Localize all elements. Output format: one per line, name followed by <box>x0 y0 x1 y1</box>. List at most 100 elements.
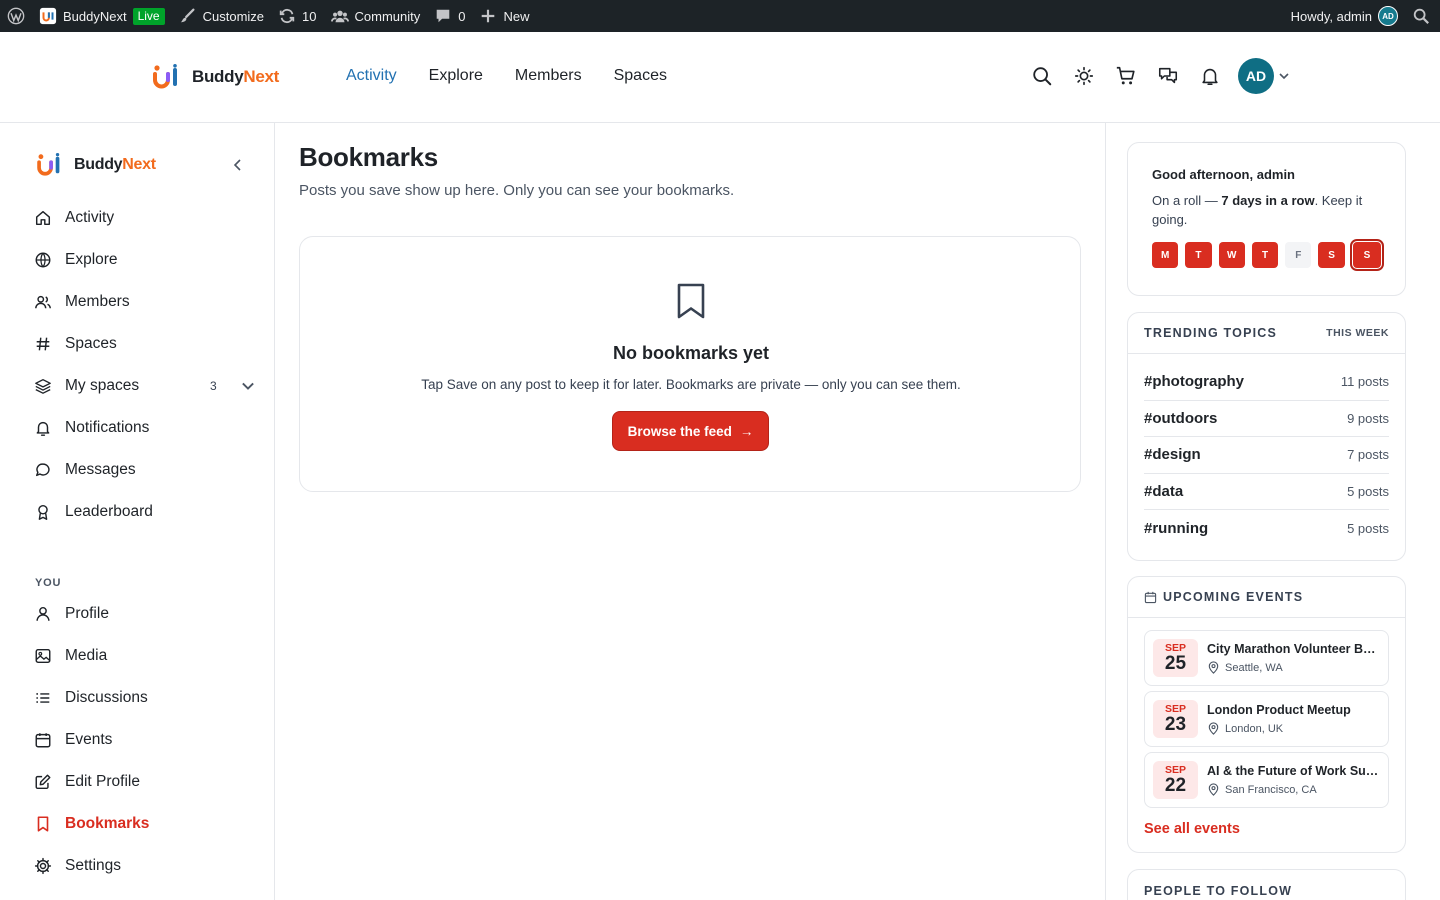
sidebar-item-explore[interactable]: Explore <box>34 239 256 281</box>
streak-day-today: S <box>1349 239 1385 271</box>
avatar: AD <box>1238 58 1274 94</box>
event-info: AI & the Future of Work Summit San Franc… <box>1207 764 1380 796</box>
theme-toggle-sun-icon[interactable] <box>1072 64 1096 88</box>
calendar-icon <box>1144 591 1157 603</box>
sidebar-item-label: Notifications <box>65 419 150 436</box>
comment-icon <box>436 9 450 23</box>
edit-icon <box>35 774 51 790</box>
sidebar-item-label: Members <box>65 293 130 310</box>
event-location-label: London, UK <box>1225 722 1284 735</box>
see-all-events-link[interactable]: See all events <box>1128 813 1405 837</box>
greeting-title: Good afternoon, admin <box>1152 167 1295 182</box>
sidebar-main-nav: Activity Explore Members Spaces My space… <box>34 197 256 533</box>
sidebar-item-profile[interactable]: Profile <box>34 593 256 635</box>
brush-icon <box>180 8 195 23</box>
page-title: Bookmarks <box>299 142 438 172</box>
sidebar-item-media[interactable]: Media <box>34 635 256 677</box>
streak-day: T <box>1251 242 1279 268</box>
event-list: SEP25 City Marathon Volunteer Briefing S… <box>1128 618 1405 808</box>
topic-row[interactable]: #design 7 posts <box>1144 437 1389 474</box>
hash-icon <box>36 337 50 351</box>
my-account-menu[interactable]: Howdy, admin AD <box>1284 0 1405 32</box>
messages-icon[interactable] <box>1156 64 1180 88</box>
event-date: SEP 23 <box>1153 700 1198 738</box>
comments-link[interactable]: 0 <box>427 0 472 32</box>
nav-explore[interactable]: Explore <box>429 67 483 85</box>
streak-day: F <box>1285 242 1312 268</box>
right-sidebar: Good afternoon, admin On a roll — 7 days… <box>1105 123 1440 900</box>
search-icon[interactable] <box>1030 64 1054 88</box>
left-sidebar: BuddyNext Activity Explore Members Space… <box>0 123 275 900</box>
streak-day: S <box>1318 242 1345 268</box>
sidebar-item-edit-profile[interactable]: Edit Profile <box>34 761 256 803</box>
sidebar-item-label: Profile <box>65 605 109 622</box>
sidebar-section-label: YOU <box>35 577 62 589</box>
browse-feed-button[interactable]: Browse the feed → <box>612 411 769 451</box>
howdy-label: Howdy, admin <box>1290 8 1372 24</box>
new-content-link[interactable]: New <box>472 0 536 32</box>
sidebar-item-my-spaces[interactable]: My spaces 3 <box>34 365 256 407</box>
sidebar-item-activity[interactable]: Activity <box>34 197 256 239</box>
cart-icon[interactable] <box>1114 64 1138 88</box>
sidebar-item-members[interactable]: Members <box>34 281 256 323</box>
admin-bar-avatar: AD <box>1378 6 1398 26</box>
topic-row[interactable]: #running 5 posts <box>1144 510 1389 547</box>
globe-icon <box>35 252 51 268</box>
nav-spaces[interactable]: Spaces <box>614 67 667 85</box>
people-to-follow-card: PEOPLE TO FOLLOW <box>1127 869 1406 900</box>
topic-tag: #outdoors <box>1144 409 1218 427</box>
topic-row[interactable]: #photography 11 posts <box>1144 364 1389 401</box>
admin-search-icon[interactable] <box>1405 0 1440 32</box>
site-name-menu[interactable]: BuddyNext Live <box>32 0 172 32</box>
streak-text: On a roll — 7 days in a row. Keep it goi… <box>1152 191 1381 229</box>
header-logo[interactable]: BuddyNext <box>152 64 279 90</box>
topic-row[interactable]: #data 5 posts <box>1144 474 1389 510</box>
event-item[interactable]: SEP 23 London Product Meetup London, UK <box>1144 691 1389 747</box>
updates-link[interactable]: 10 <box>271 0 323 32</box>
wordpress-logo-icon[interactable] <box>0 0 32 32</box>
event-location: San Francisco, CA <box>1207 783 1380 796</box>
nav-members[interactable]: Members <box>515 67 582 85</box>
topic-count: 5 posts <box>1347 483 1389 499</box>
collapse-sidebar-chevron-left-icon[interactable] <box>230 157 246 173</box>
user-menu[interactable]: AD <box>1238 58 1290 94</box>
updates-icon <box>279 8 295 24</box>
trending-heading: TRENDING TOPICS <box>1144 326 1278 340</box>
sidebar-item-spaces[interactable]: Spaces <box>34 323 256 365</box>
streak-text-before: On a roll — <box>1152 193 1222 208</box>
streak-day: T <box>1185 242 1212 268</box>
topic-row[interactable]: #outdoors 9 posts <box>1144 401 1389 437</box>
sidebar-item-settings[interactable]: Settings <box>34 845 256 887</box>
sidebar-logo[interactable]: BuddyNext <box>36 153 156 177</box>
event-month: SEP <box>1164 641 1186 654</box>
updates-count: 10 <box>302 8 317 24</box>
brand-part-1: Buddy <box>74 156 123 173</box>
bell-icon <box>36 421 50 436</box>
primary-nav: Activity Explore Members Spaces <box>346 67 667 85</box>
map-pin-icon <box>1208 722 1219 735</box>
nav-activity[interactable]: Activity <box>346 67 397 85</box>
header-actions: AD <box>1030 58 1290 94</box>
streak-days: M T W T F S S <box>1152 239 1385 271</box>
sidebar-item-events[interactable]: Events <box>34 719 256 761</box>
notifications-bell-icon[interactable] <box>1198 64 1222 88</box>
trending-topics-card: TRENDING TOPICS THIS WEEK #photography 11… <box>1127 312 1406 561</box>
sidebar-item-messages[interactable]: Messages <box>34 449 256 491</box>
events-heading-label: UPCOMING EVENTS <box>1163 590 1304 604</box>
site-name: BuddyNext <box>63 8 127 24</box>
event-item[interactable]: SEP 22 AI & the Future of Work Summit San… <box>1144 752 1389 808</box>
community-link[interactable]: Community <box>324 0 428 32</box>
brand-part-1: Buddy <box>192 67 244 86</box>
event-location-label: Seattle, WA <box>1225 661 1283 674</box>
event-item[interactable]: SEP25 City Marathon Volunteer Briefing S… <box>1144 630 1389 686</box>
sidebar-item-leaderboard[interactable]: Leaderboard <box>34 491 256 533</box>
customize-link[interactable]: Customize <box>172 0 271 32</box>
plus-icon <box>482 9 495 23</box>
topic-count: 5 posts <box>1347 520 1389 536</box>
sidebar-item-notifications[interactable]: Notifications <box>34 407 256 449</box>
sidebar-item-discussions[interactable]: Discussions <box>34 677 256 719</box>
event-info: London Product Meetup London, UK <box>1207 703 1380 735</box>
sidebar-item-bookmarks[interactable]: Bookmarks <box>34 803 256 845</box>
community-label: Community <box>354 8 421 24</box>
chevron-down-icon[interactable] <box>239 377 257 395</box>
